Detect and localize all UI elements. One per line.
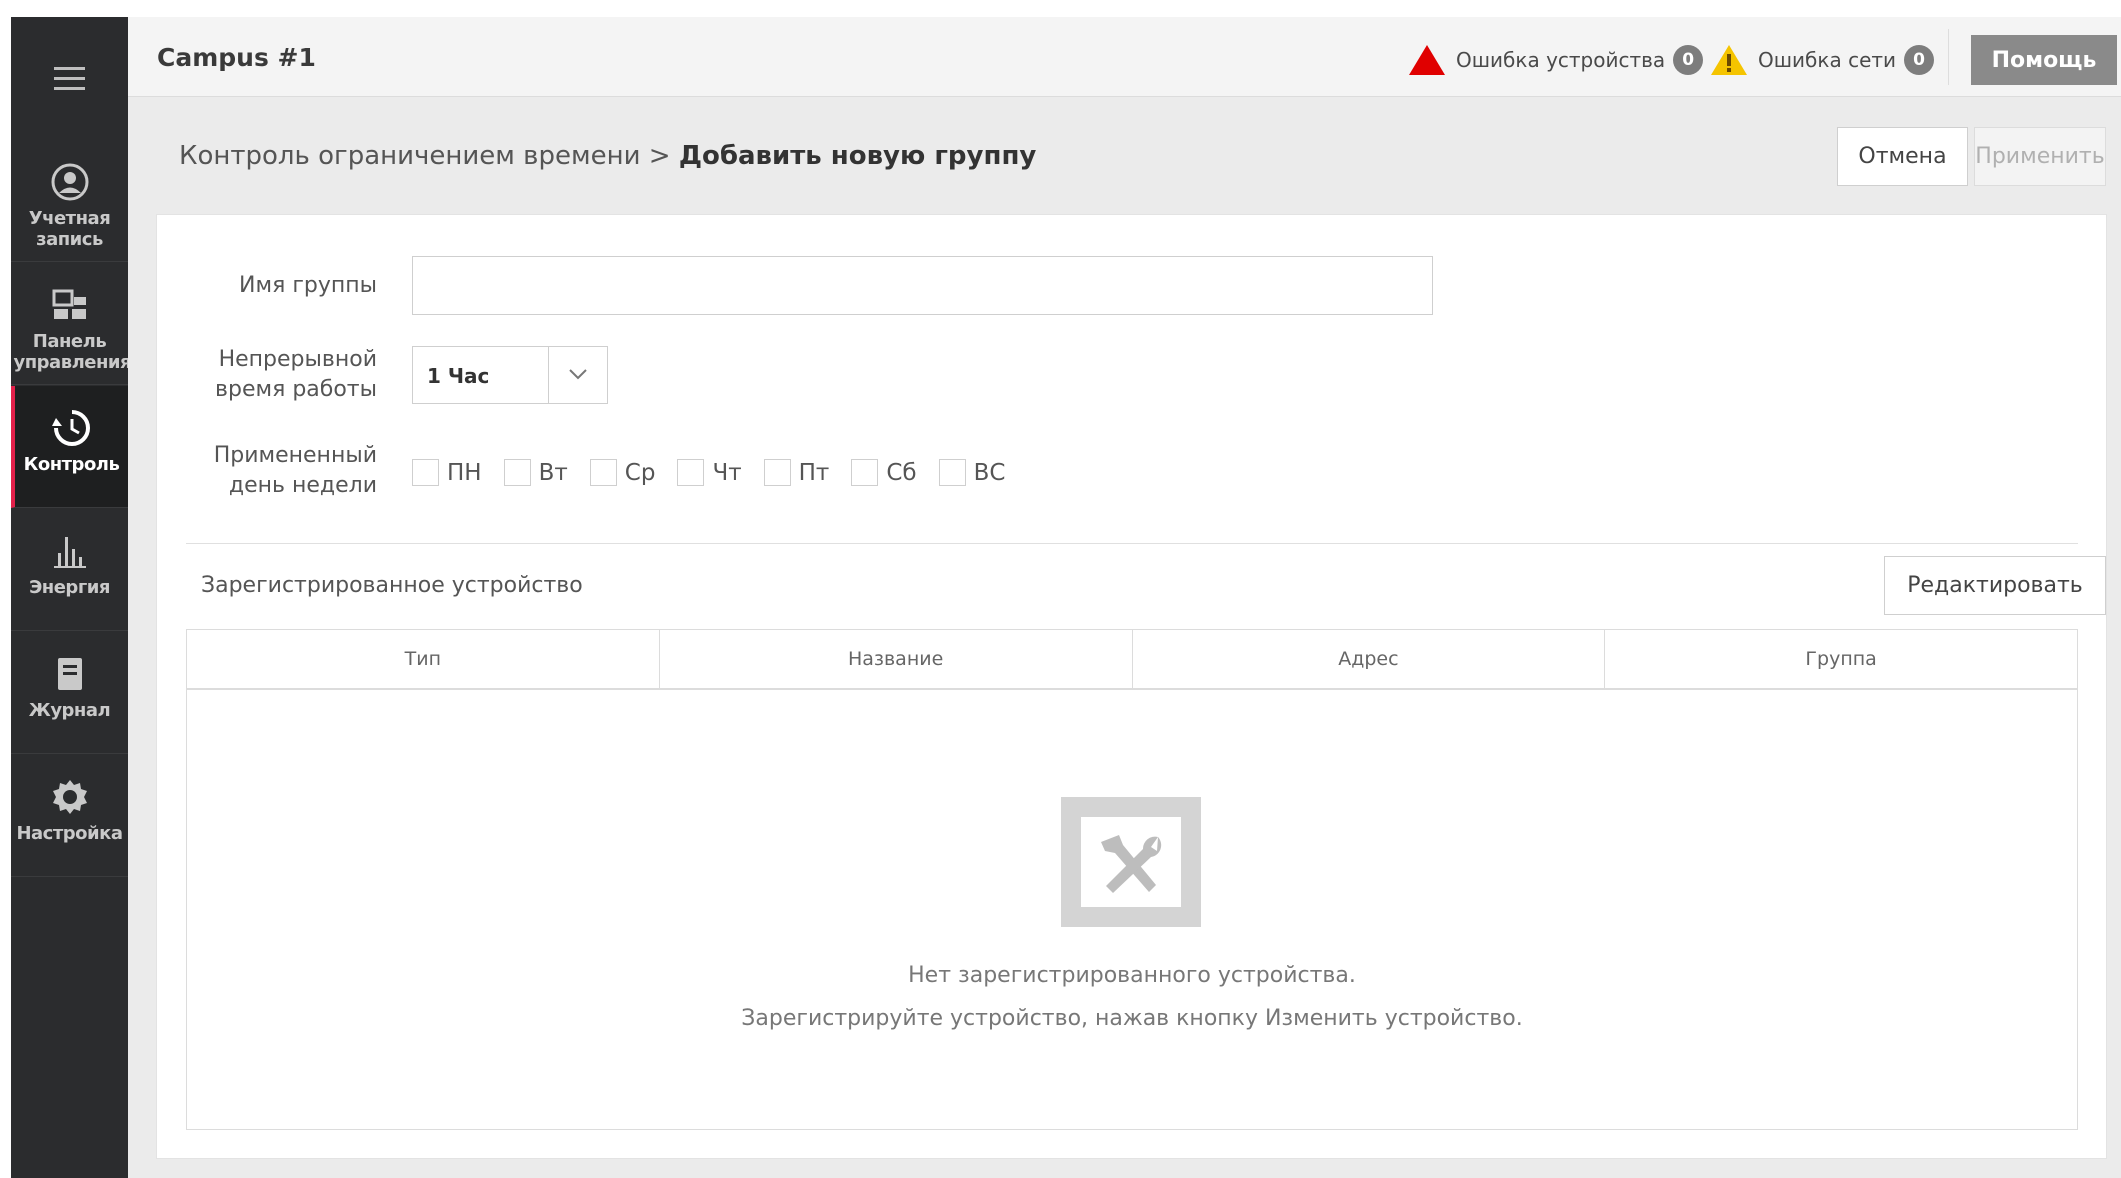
network-error-label: Ошибка сети [1758, 48, 1897, 72]
network-error-count-badge: 0 [1904, 45, 1935, 75]
sidebar-item-energy[interactable]: Энергия [11, 509, 128, 631]
weekdays-label-line1: Примененный [213, 443, 377, 468]
checkbox[interactable] [938, 459, 966, 486]
runtime-select[interactable]: 1 Час [412, 346, 608, 404]
sidebar-item-dashboard[interactable]: Панель управления [11, 263, 132, 385]
tools-icon [1061, 797, 1201, 927]
empty-state-hint: Зарегистрируйте устройство, нажав кнопку… [741, 1006, 1523, 1031]
device-error-warning-icon [1409, 45, 1445, 75]
checkbox[interactable] [589, 459, 617, 486]
sidebar-item-account[interactable]: Учетная запись [11, 140, 128, 262]
hamburger-icon [54, 66, 85, 91]
energy-chart-icon [48, 529, 92, 573]
day-checkbox-fri[interactable]: Пт [763, 459, 830, 486]
devices-table: Тип Название Адрес Группа Нет зарегистри… [186, 629, 2078, 1130]
device-error-count-badge: 0 [1673, 45, 1704, 75]
section-divider [186, 543, 2078, 544]
day-label: Вт [538, 459, 568, 486]
network-error-warning-icon [1711, 45, 1747, 75]
day-checkbox-thu[interactable]: Чт [677, 459, 742, 486]
column-header-name[interactable]: Название [660, 630, 1133, 688]
checkbox[interactable] [412, 459, 439, 486]
column-header-address[interactable]: Адрес [1133, 630, 1606, 688]
runtime-select-value: 1 Час [427, 364, 490, 388]
top-header: Campus #1 Ошибка устройства 0 Ошибка сет… [128, 17, 2121, 97]
header-divider [1948, 29, 1949, 85]
day-label: Чт [712, 459, 742, 486]
breadcrumb-parent[interactable]: Контроль ограничением времени [179, 141, 641, 171]
device-error-label: Ошибка устройства [1456, 48, 1666, 72]
device-error-indicator[interactable]: Ошибка устройства 0 [1408, 43, 1704, 77]
group-name-input[interactable] [412, 256, 1433, 315]
sidebar-item-label: Контроль [23, 454, 120, 475]
runtime-label-line2: время работы [215, 377, 377, 402]
help-button[interactable]: Помощь [1971, 35, 2117, 85]
menu-button[interactable] [11, 17, 128, 140]
sidebar-item-label: Учетная запись [28, 208, 111, 250]
day-label: ВС [973, 459, 1006, 486]
form-panel: Имя группы Непрерывной время работы 1 Ча… [156, 214, 2107, 1159]
breadcrumb-current: Добавить новую группу [678, 141, 1037, 171]
sidebar-item-label: Журнал [28, 700, 111, 721]
column-header-group[interactable]: Группа [1605, 630, 2077, 688]
day-label: Ср [624, 459, 656, 486]
day-checkbox-mon[interactable]: ПН [412, 459, 482, 486]
dashboard-icon [48, 283, 92, 327]
network-error-indicator[interactable]: Ошибка сети 0 [1710, 43, 1935, 77]
runtime-label: Непрерывной время работы [187, 345, 377, 405]
checkbox[interactable] [503, 459, 531, 486]
registered-devices-title: Зарегистрированное устройство [201, 573, 583, 598]
sidebar-item-journal[interactable]: Журнал [11, 632, 128, 754]
gear-icon [48, 775, 92, 819]
sidebar: Учетная запись Панель управления Контрол… [11, 17, 132, 1178]
control-icon [50, 406, 94, 450]
sidebar-item-settings[interactable]: Настройка [11, 755, 128, 877]
column-header-type[interactable]: Тип [187, 630, 660, 688]
select-divider [548, 347, 549, 403]
day-checkbox-tue[interactable]: Вт [503, 459, 568, 486]
chevron-down-icon [569, 369, 587, 380]
checkbox[interactable] [763, 459, 791, 486]
day-label: Пт [798, 459, 830, 486]
sidebar-item-label: Энергия [29, 577, 110, 598]
day-checkbox-sun[interactable]: ВС [938, 459, 1006, 486]
weekday-checkboxes: ПН Вт Ср Чт Пт Сб ВС [412, 459, 1027, 486]
edit-devices-button[interactable]: Редактировать [1884, 556, 2106, 615]
journal-icon [48, 652, 92, 696]
apply-button[interactable]: Применить [1974, 127, 2106, 186]
table-header: Тип Название Адрес Группа [187, 630, 2077, 690]
main-content: Контроль ограничением времени > Добавить… [128, 97, 2121, 1178]
sidebar-item-control[interactable]: Контроль [11, 386, 128, 508]
weekdays-label: Примененный день недели [187, 441, 377, 501]
breadcrumb-separator: > [648, 141, 671, 171]
checkbox[interactable] [851, 459, 879, 486]
user-icon [48, 160, 92, 204]
cancel-button[interactable]: Отмена [1837, 127, 1968, 186]
weekdays-label-line2: день недели [228, 473, 377, 498]
runtime-label-line1: Непрерывной [218, 347, 377, 372]
day-label: Сб [886, 459, 917, 486]
day-checkbox-wed[interactable]: Ср [589, 459, 656, 486]
empty-state-title: Нет зарегистрированного устройства. [908, 963, 1356, 988]
checkbox[interactable] [677, 459, 705, 486]
group-name-label: Имя группы [239, 273, 377, 298]
day-checkbox-sat[interactable]: Сб [851, 459, 917, 486]
day-label: ПН [447, 459, 482, 486]
sidebar-item-label: Панель управления [13, 331, 132, 373]
breadcrumb: Контроль ограничением времени > Добавить… [179, 141, 1036, 171]
site-title: Campus #1 [157, 43, 316, 72]
sidebar-item-label: Настройка [16, 823, 123, 844]
